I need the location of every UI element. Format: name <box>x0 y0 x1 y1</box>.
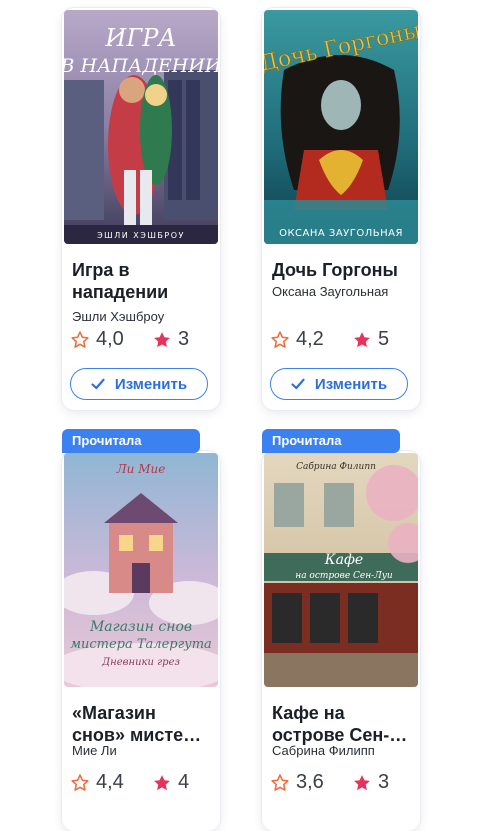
read-status-badge: Прочитала <box>62 429 200 453</box>
cover-title-line1: Кафе <box>324 552 363 568</box>
average-rating-value: 3,6 <box>296 771 324 793</box>
my-rating-value: 4 <box>178 771 190 793</box>
average-rating: 4,0 <box>70 328 124 351</box>
book-title[interactable]: Игра в нападении <box>72 259 212 303</box>
cover-author: Ли Мие <box>116 462 166 476</box>
check-icon <box>291 378 305 390</box>
cover-author: ЭШЛИ ХЭШБРОУ <box>97 231 185 240</box>
average-rating: 4,4 <box>70 771 124 794</box>
star-filled-icon <box>154 331 170 347</box>
read-status-badge: Прочитала <box>262 429 400 453</box>
book-author: Сабрина Филипп <box>272 743 375 758</box>
cover-title-line2: на острове Сен-Луи <box>295 571 393 581</box>
book-card[interactable]: Прочитала Сабрина Филипп Кафе на острове… <box>262 429 420 831</box>
star-outline-icon <box>271 330 289 348</box>
edit-button-label: Изменить <box>114 375 188 393</box>
my-rating: 3 <box>352 771 389 794</box>
cover-title-line2: В НАПАДЕНИИ <box>64 55 218 77</box>
cover-series: Дневники грез <box>101 657 180 668</box>
star-filled-icon <box>354 774 370 790</box>
ratings-row: 3,6 3 <box>270 771 420 795</box>
ratings-row: 4,0 3 <box>70 328 220 352</box>
ratings-row: 4,4 4 <box>70 771 220 795</box>
average-rating-value: 4,0 <box>96 328 124 350</box>
check-icon <box>91 378 105 390</box>
star-filled-icon <box>154 774 170 790</box>
book-author: Мие Ли <box>72 743 117 758</box>
book-title[interactable]: Кафе на острове Сен-… <box>272 702 412 746</box>
average-rating: 3,6 <box>270 771 324 794</box>
book-cover[interactable]: Ли Мие Магазин снов мистера Талергута Дн… <box>64 453 218 687</box>
star-outline-icon <box>71 773 89 791</box>
star-outline-icon <box>71 330 89 348</box>
book-cover[interactable]: ИГРА В НАПАДЕНИИ ЭШЛИ ХЭШБРОУ <box>64 10 218 244</box>
book-cover[interactable]: Дочь Горгоны ОКСАНА ЗАУГОЛЬНАЯ <box>264 10 418 244</box>
star-filled-icon <box>354 331 370 347</box>
cover-title-line1: ИГРА <box>104 24 176 52</box>
cover-title-line1: Магазин снов <box>89 619 192 635</box>
book-card[interactable]: ИГРА В НАПАДЕНИИ ЭШЛИ ХЭШБРОУ Игра в нап… <box>62 8 220 410</box>
star-outline-icon <box>271 773 289 791</box>
my-rating: 4 <box>152 771 189 794</box>
book-title[interactable]: Дочь Горгоны <box>272 259 412 281</box>
cover-author: Сабрина Филипп <box>296 461 376 472</box>
average-rating-value: 4,2 <box>296 328 324 350</box>
edit-button[interactable]: Изменить <box>70 368 208 400</box>
book-card[interactable]: Прочитала Ли Мие Магазин снов мистера Та… <box>62 429 220 831</box>
ratings-row: 4,2 5 <box>270 328 420 352</box>
my-rating: 3 <box>152 328 189 351</box>
book-author: Оксана Заугольная <box>272 284 389 299</box>
book-author: Эшли Хэшброу <box>72 309 165 324</box>
book-card[interactable]: Дочь Горгоны ОКСАНА ЗАУГОЛЬНАЯ Дочь Горг… <box>262 8 420 410</box>
book-cover[interactable]: Сабрина Филипп Кафе на острове Сен-Луи <box>264 453 418 687</box>
my-rating-value: 3 <box>378 771 390 793</box>
edit-button-label: Изменить <box>314 375 388 393</box>
average-rating-value: 4,4 <box>96 771 124 793</box>
book-title[interactable]: «Магазин снов» мисте… <box>72 702 212 746</box>
my-rating: 5 <box>352 328 389 351</box>
my-rating-value: 5 <box>378 328 390 350</box>
cover-title-line2: мистера Талергута <box>70 637 212 652</box>
average-rating: 4,2 <box>270 328 324 351</box>
my-rating-value: 3 <box>178 328 190 350</box>
edit-button[interactable]: Изменить <box>270 368 408 400</box>
cover-author: ОКСАНА ЗАУГОЛЬНАЯ <box>279 228 403 239</box>
